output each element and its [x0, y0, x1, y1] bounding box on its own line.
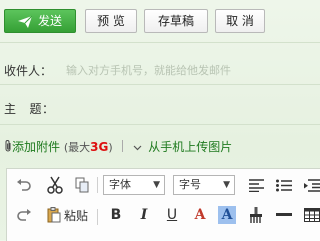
compose-toolbar: 发送 预 览 存草稿 取 消 [0, 0, 320, 42]
recipient-label: 收件人： [4, 64, 53, 78]
undo-icon[interactable] [15, 177, 33, 195]
divider [0, 42, 320, 43]
cancel-button[interactable]: 取 消 [215, 9, 265, 33]
send-button[interactable]: 发送 [4, 9, 76, 33]
limit-prefix: (最大 [63, 141, 91, 154]
horizontal-rule-icon[interactable] [275, 206, 293, 224]
send-label: 发送 [37, 14, 62, 28]
chevron-down-icon[interactable] [133, 140, 142, 154]
format-painter-icon[interactable] [247, 206, 265, 224]
save-draft-button[interactable]: 存草稿 [144, 9, 208, 33]
preview-button[interactable]: 预 览 [85, 9, 137, 33]
subject-label: 主 题： [4, 102, 55, 116]
add-attachment-link[interactable]: 添加附件 [12, 140, 60, 154]
indent-icon[interactable] [303, 176, 320, 194]
bold-button[interactable]: B [107, 205, 125, 225]
limit-value: 3G [90, 140, 109, 154]
font-size-select[interactable]: 字号 ▼ [173, 175, 235, 195]
underline-button[interactable]: U [163, 205, 181, 225]
divider [97, 177, 98, 193]
paste-button[interactable]: 粘贴 [47, 205, 93, 225]
highlight-button[interactable]: A [218, 206, 236, 224]
attachment-row: 添加附件 (最大3G) 从手机上传图片 [4, 138, 232, 156]
scissors-icon[interactable] [45, 175, 65, 195]
paper-plane-icon [17, 15, 32, 28]
paste-label: 粘贴 [64, 208, 89, 223]
font-family-value: 字体 [109, 178, 131, 191]
redo-icon[interactable] [15, 207, 33, 225]
chevron-down-icon: ▼ [153, 180, 160, 190]
divider [0, 124, 320, 125]
chevron-down-icon: ▼ [223, 180, 230, 190]
copy-icon[interactable] [73, 176, 91, 194]
editor-toolbar: 字体 ▼ 字号 ▼ 粘贴 B I U A A [6, 168, 320, 241]
limit-suffix: ) [108, 141, 113, 154]
paperclip-icon [4, 139, 12, 156]
divider [97, 209, 98, 225]
font-family-select[interactable]: 字体 ▼ [103, 175, 165, 195]
font-size-value: 字号 [179, 178, 201, 191]
attachment-limit: (最大3G) [63, 140, 113, 154]
bullet-list-icon[interactable] [275, 176, 293, 194]
paste-icon [47, 207, 61, 223]
divider [122, 140, 124, 152]
table-icon[interactable] [303, 206, 320, 224]
divider [0, 84, 320, 85]
italic-button[interactable]: I [135, 205, 153, 225]
recipient-input[interactable] [64, 58, 318, 82]
align-left-icon[interactable] [247, 176, 265, 194]
subject-input[interactable] [64, 96, 318, 120]
font-color-button[interactable]: A [191, 205, 209, 225]
phone-upload-link[interactable]: 从手机上传图片 [148, 140, 232, 154]
